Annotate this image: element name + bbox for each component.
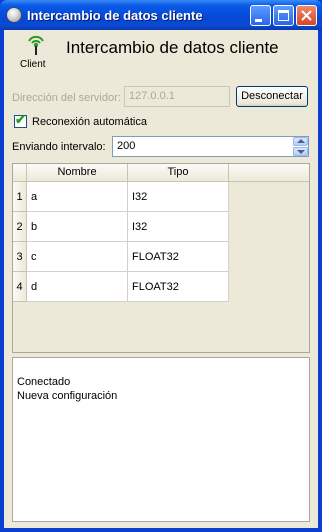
column-header-name[interactable]: Nombre [27, 164, 128, 182]
auto-reconnect-label: Reconexión automática [32, 116, 147, 128]
cell-type[interactable]: FLOAT32 [128, 242, 229, 272]
maximize-icon [278, 10, 289, 21]
spinner-down-button[interactable] [293, 147, 308, 156]
minimize-button[interactable] [250, 5, 271, 26]
close-icon [301, 10, 312, 21]
row-header[interactable]: 3 [13, 242, 27, 272]
cell-name[interactable]: c [27, 242, 128, 272]
close-button[interactable] [296, 5, 317, 26]
table-row[interactable]: 2 b I32 [13, 212, 229, 242]
server-address-label: Dirección del servidor: [12, 92, 121, 104]
arrow-up-icon [297, 139, 305, 143]
logo-label: Client [20, 59, 46, 70]
table-row[interactable]: 4 d FLOAT32 [13, 272, 229, 302]
wireless-antenna-icon [28, 35, 44, 55]
cell-type[interactable]: FLOAT32 [128, 272, 229, 302]
globe-icon[interactable] [6, 7, 22, 23]
client-logo: Client [12, 32, 60, 70]
cell-name[interactable]: a [27, 182, 128, 212]
cell-name[interactable]: b [27, 212, 128, 242]
page-title: Intercambio de datos cliente [66, 38, 279, 57]
arrow-down-icon [297, 150, 305, 154]
log-line: Nueva configuración [17, 390, 118, 402]
table-corner-header[interactable] [13, 164, 27, 182]
auto-reconnect-checkbox[interactable]: ✔ [14, 112, 27, 128]
checkmark-icon: ✔ [15, 112, 26, 127]
app-window: Intercambio de datos cliente Client Inte… [0, 0, 322, 532]
server-address-field[interactable]: 127.0.0.1 [124, 86, 230, 107]
client-area: Client Intercambio de datos cliente Dire… [4, 30, 318, 528]
title-bar[interactable]: Intercambio de datos cliente [0, 0, 322, 30]
interval-spinner [293, 137, 308, 156]
cell-name[interactable]: d [27, 272, 128, 302]
cell-type[interactable]: I32 [128, 182, 229, 212]
log-output[interactable]: Conectado Nueva configuración [12, 357, 310, 522]
row-header[interactable]: 1 [13, 182, 27, 212]
spinner-up-button[interactable] [293, 137, 308, 146]
column-header-type[interactable]: Tipo [128, 164, 229, 182]
table-row[interactable]: 3 c FLOAT32 [13, 242, 229, 272]
variables-table: Nombre Tipo 1 a I32 2 b I32 3 c FLOAT32 … [12, 163, 310, 353]
disconnect-button[interactable]: Desconectar [236, 86, 308, 107]
log-line: Conectado [17, 376, 71, 388]
table-row[interactable]: 1 a I32 [13, 182, 229, 212]
column-header-filler [229, 164, 309, 182]
row-header[interactable]: 4 [13, 272, 27, 302]
interval-input[interactable]: 200 [112, 136, 309, 157]
maximize-button[interactable] [273, 5, 294, 26]
row-header[interactable]: 2 [13, 212, 27, 242]
cell-type[interactable]: I32 [128, 212, 229, 242]
window-title: Intercambio de datos cliente [27, 8, 203, 23]
interval-label: Enviando intervalo: [12, 141, 106, 153]
minimize-icon [255, 19, 262, 22]
